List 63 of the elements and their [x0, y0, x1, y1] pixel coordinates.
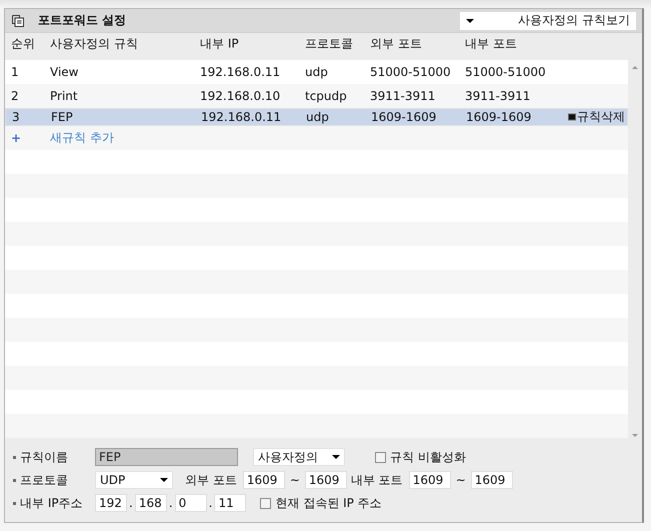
panel-title: 포트포워드 설정 — [38, 12, 126, 29]
table-cell: 3 — [12, 110, 20, 124]
field-label: 내부 포트 — [350, 472, 403, 488]
scroll-down-icon[interactable] — [632, 434, 638, 437]
bullet-icon — [13, 478, 16, 482]
table-cell: 192.168.0.10 — [200, 89, 280, 103]
windows-icon — [12, 14, 24, 26]
bullet-icon — [13, 456, 16, 458]
table-cell: 3911-3911 — [370, 89, 436, 103]
table-cell: udp — [306, 110, 329, 124]
table-cell: Print — [50, 89, 78, 103]
field-label: 외부 포트 — [185, 472, 237, 488]
table-row[interactable]: 1 View 192.168.0.11 udp 51000-51000 51000-51000 — [5, 60, 628, 84]
column-header: 순위 — [11, 36, 35, 52]
add-icon[interactable]: + — [11, 131, 22, 145]
column-header: 사용자정의 규칙 — [50, 36, 138, 52]
table-cell: 192.168.0.11 — [200, 65, 280, 79]
input-field[interactable]: 192 — [95, 494, 127, 512]
delete-rule-button[interactable]: 규칙삭제 — [568, 108, 625, 126]
input-field[interactable]: 168 — [134, 494, 167, 512]
table-cell: tcpudp — [305, 89, 347, 103]
checkbox-label: 규칙 비활성화 — [390, 448, 466, 466]
input-field[interactable]: 1609 — [304, 471, 347, 489]
table-row[interactable]: 3 FEP 192.168.0.11 udp 1609-1609 1609-1609 규칙삭제 — [5, 108, 628, 126]
view-dropdown[interactable]: 사용자정의 규칙보기 — [460, 12, 636, 30]
field-label: 프로토콜 — [20, 472, 68, 488]
table-cell: 1609-1609 — [466, 110, 532, 124]
table-cell: 1 — [11, 65, 19, 79]
checkbox[interactable] — [260, 498, 272, 508]
column-header: 내부 IP — [200, 36, 239, 52]
checkbox-label: 현재 접속된 IP 주소 — [275, 494, 382, 512]
scroll-up-icon[interactable] — [632, 66, 638, 69]
ip-separator: . — [129, 496, 133, 510]
field-label: 내부 IP주소 — [20, 494, 83, 512]
ip-separator: . — [208, 496, 212, 510]
input-field[interactable]: 0 — [174, 494, 207, 512]
table-cell: 2 — [11, 89, 19, 103]
caret-icon — [160, 478, 168, 482]
column-header: 내부 포트 — [465, 36, 517, 52]
table-cell: FEP — [51, 110, 73, 124]
bullet-icon — [13, 502, 16, 504]
table-cell: udp — [305, 65, 328, 79]
range-separator: ~ — [290, 473, 300, 487]
protocol-dropdown[interactable]: UDP — [95, 471, 173, 489]
column-header: 외부 포트 — [370, 36, 422, 52]
table-cell: 1609-1609 — [371, 110, 436, 124]
field-label: 규칙이름 — [20, 448, 68, 466]
input-field[interactable]: 1609 — [242, 471, 285, 489]
caret-icon — [466, 18, 474, 22]
add-rule-link[interactable]: 새규칙 추가 — [50, 130, 114, 146]
caret-icon — [332, 455, 340, 459]
table-cell: 51000-51000 — [370, 65, 451, 79]
ip-separator: . — [168, 496, 173, 510]
table-row[interactable]: 2 Print 192.168.0.10 tcpudp 3911-3911 3911-3911 — [5, 84, 628, 108]
table-cell: 51000-51000 — [465, 65, 546, 79]
range-separator: ~ — [456, 473, 466, 487]
table-cell: View — [50, 65, 78, 79]
input-field[interactable]: 1609 — [408, 471, 451, 489]
input-field[interactable]: 11 — [214, 494, 246, 512]
table-cell: 3911-3911 — [465, 89, 530, 103]
table-cell: 192.168.0.11 — [201, 110, 282, 124]
input-field[interactable]: 1609 — [470, 471, 513, 489]
column-header: 프로토콜 — [305, 36, 353, 52]
